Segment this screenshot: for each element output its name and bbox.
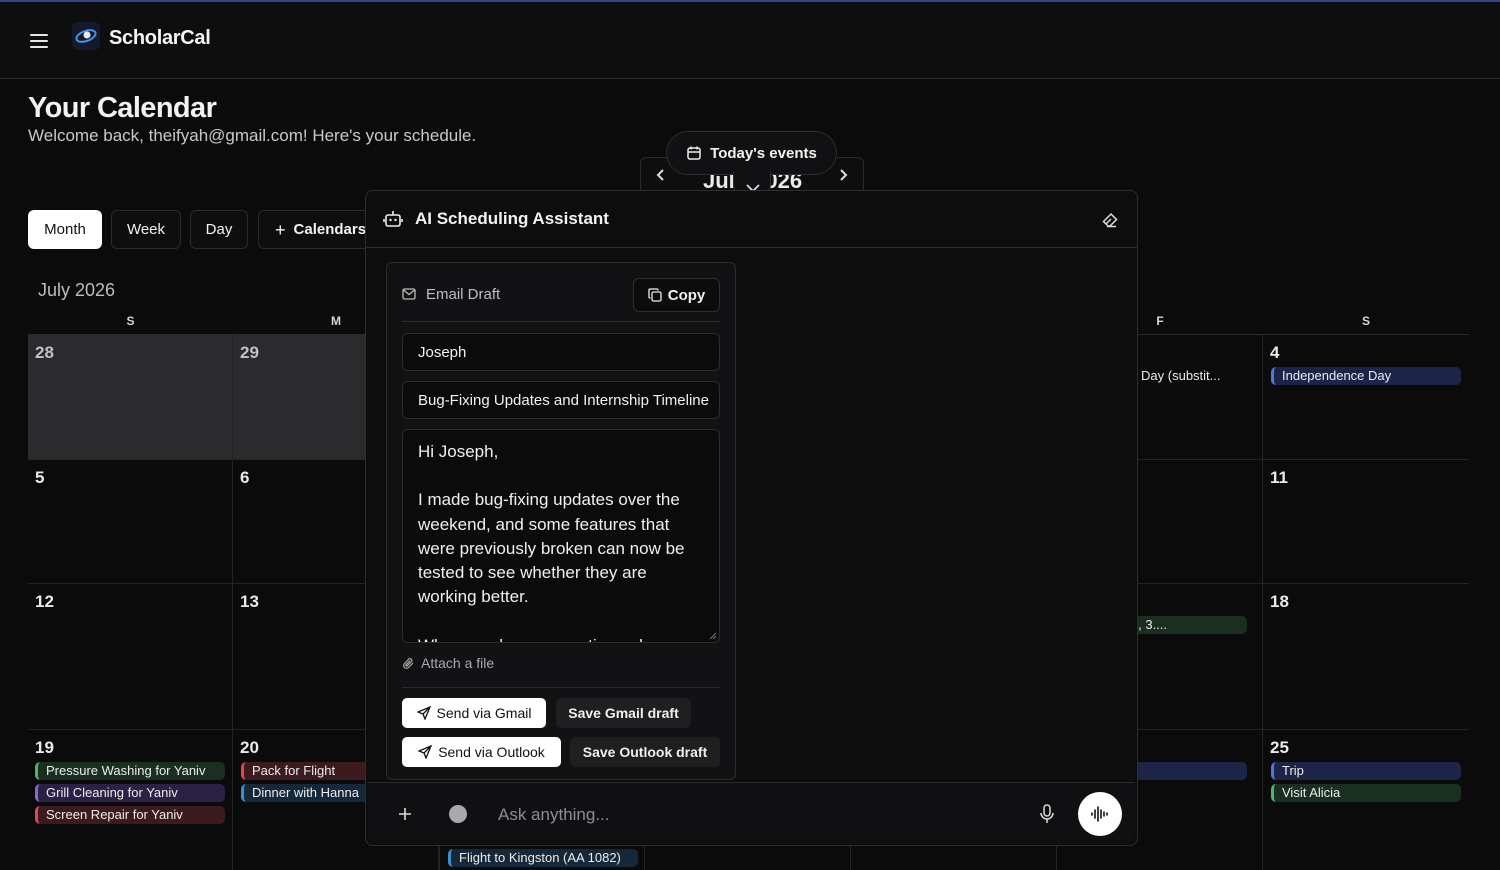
save-outlook-draft-button[interactable]: Save Outlook draft: [570, 737, 720, 767]
subject-field[interactable]: Bug-Fixing Updates and Internship Timeli…: [402, 381, 720, 419]
day-cell[interactable]: 28: [28, 335, 233, 460]
day-view-button[interactable]: Day: [190, 210, 248, 249]
attach-label: Attach a file: [421, 655, 495, 671]
day-number: 13: [240, 592, 259, 611]
weekday-header: S: [28, 308, 233, 335]
calendar-icon: [687, 146, 701, 160]
day-cell[interactable]: Flight to Kingston (AA 1082): [439, 846, 645, 870]
resize-handle-icon[interactable]: [709, 632, 717, 640]
day-number: 28: [35, 343, 54, 362]
event-flight-to-kingston[interactable]: Flight to Kingston (AA 1082): [448, 849, 638, 867]
divider: [402, 321, 720, 322]
event-screen-repair[interactable]: Screen Repair for Yaniv: [35, 806, 225, 824]
day-number: 20: [240, 738, 259, 757]
send-icon: [416, 706, 431, 720]
record-dot-icon[interactable]: [448, 804, 468, 824]
email-draft-card: Email Draft Copy Joseph Bug-Fixing Updat…: [386, 262, 736, 780]
voice-mode-button[interactable]: [1078, 792, 1122, 836]
send-outlook-label: Send via Outlook: [438, 744, 545, 760]
todays-events-label: Today's events: [710, 144, 817, 162]
assistant-header: AI Scheduling Assistant: [366, 191, 1137, 248]
save-gmail-draft-button[interactable]: Save Gmail draft: [556, 698, 691, 728]
month-view-button[interactable]: Month: [28, 210, 102, 249]
menu-icon[interactable]: [28, 31, 52, 51]
day-number: 12: [35, 592, 54, 611]
paperclip-icon: [403, 657, 414, 669]
prev-month-chevron-icon[interactable]: [653, 167, 673, 187]
day-number: 25: [1270, 738, 1289, 757]
day-number: 4: [1270, 343, 1280, 362]
assistant-title: AI Scheduling Assistant: [415, 209, 609, 228]
send-icon: [418, 745, 433, 759]
copy-label: Copy: [667, 286, 706, 304]
day-cell[interactable]: 5: [28, 460, 233, 584]
event-grill-cleaning[interactable]: Grill Cleaning for Yaniv: [35, 784, 225, 802]
day-cell[interactable]: [851, 846, 1057, 870]
weekday-header: S: [1263, 308, 1469, 335]
top-bar: ScholarCal: [0, 2, 1500, 79]
plus-icon[interactable]: [397, 806, 413, 822]
day-number: 11: [1270, 468, 1288, 487]
email-draft-label: Email Draft: [426, 286, 501, 303]
ask-anything-input[interactable]: Ask anything...: [498, 805, 610, 825]
day-cell[interactable]: 25 Trip Visit Alicia: [1263, 730, 1469, 870]
page-title: Your Calendar: [28, 92, 217, 124]
calendar-month-label: July 2026: [38, 280, 116, 300]
divider: [402, 687, 720, 688]
day-number: 18: [1270, 592, 1289, 611]
recipient-field[interactable]: Joseph: [402, 333, 720, 371]
day-number: 29: [240, 343, 259, 362]
scholarcal-logo-icon: [72, 22, 100, 50]
day-cell[interactable]: 11: [1263, 460, 1469, 584]
add-calendars-button[interactable]: + Calendars: [258, 210, 370, 249]
send-via-outlook-button[interactable]: Send via Outlook: [402, 737, 561, 767]
ai-assistant-panel: AI Scheduling Assistant Email Draft Copy…: [365, 190, 1138, 846]
brand-name: ScholarCal: [109, 27, 211, 49]
event-visit-alicia[interactable]: Visit Alicia: [1271, 784, 1461, 802]
microphone-icon[interactable]: [1039, 804, 1055, 824]
next-month-chevron-icon[interactable]: [835, 167, 855, 187]
mail-icon: [402, 288, 416, 300]
copy-icon: [648, 288, 662, 302]
day-cell[interactable]: 4 Independence Day: [1263, 335, 1469, 460]
day-cell[interactable]: [645, 846, 851, 870]
send-gmail-label: Send via Gmail: [436, 705, 532, 721]
day-number: 5: [35, 468, 45, 487]
send-via-gmail-button[interactable]: Send via Gmail: [402, 698, 546, 728]
day-cell[interactable]: 12: [28, 584, 233, 730]
event-trip[interactable]: Trip: [1271, 762, 1461, 780]
event-pressure-washing[interactable]: Pressure Washing for Yaniv: [35, 762, 225, 780]
chat-input-bar: Ask anything...: [368, 782, 1135, 844]
audio-waveform-icon: [1091, 806, 1108, 822]
todays-events-button[interactable]: Today's events: [666, 131, 837, 175]
day-number: 19: [35, 738, 54, 757]
email-body-textarea[interactable]: Hi Joseph, I made bug-fixing updates ove…: [402, 429, 720, 643]
robot-icon: [383, 211, 403, 227]
welcome-subtitle: Welcome back, theifyah@gmail.com! Here's…: [28, 126, 477, 145]
email-body-text: Hi Joseph, I made bug-fixing updates ove…: [418, 442, 685, 642]
plus-icon: +: [275, 219, 286, 240]
week-view-button[interactable]: Week: [111, 210, 181, 249]
attach-file-button[interactable]: Attach a file: [402, 655, 494, 671]
day-cell[interactable]: 18: [1263, 584, 1469, 730]
eraser-icon[interactable]: [1101, 211, 1119, 229]
copy-button[interactable]: Copy: [633, 278, 720, 312]
day-number: 6: [240, 468, 250, 487]
calendars-label: Calendars: [293, 221, 367, 238]
event-independence-day[interactable]: Independence Day: [1271, 367, 1461, 385]
day-cell[interactable]: 19 Pressure Washing for Yaniv Grill Clea…: [28, 730, 233, 870]
